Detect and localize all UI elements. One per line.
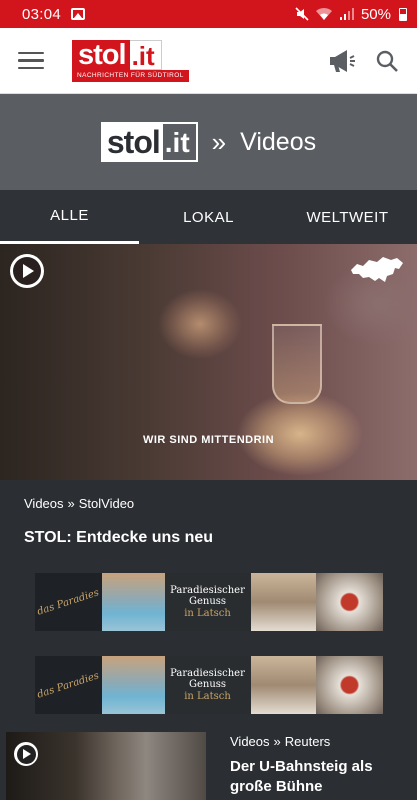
tab-weltweit[interactable]: WELTWEIT [278, 190, 417, 244]
ad-line1: Paradiesischer Genuss [170, 585, 245, 607]
content-area: Videos » StolVideo STOL: Entdecke uns ne… [0, 480, 417, 800]
ad-room-image [250, 656, 316, 714]
gallery-notification-icon [71, 8, 86, 20]
breadcrumb-videos[interactable]: Videos [24, 496, 64, 511]
ad-logo-segment: das Paradies [34, 573, 102, 631]
play-icon[interactable] [10, 254, 44, 288]
video-breadcrumb-videos[interactable]: Videos [230, 734, 270, 749]
video-breadcrumb-source[interactable]: Reuters [285, 734, 331, 749]
ad-text-segment: Paradiesischer Genuss in Latsch [164, 656, 251, 714]
section-banner: stol .it » Videos [0, 94, 417, 190]
logo-domain-text: .it [129, 39, 162, 71]
status-icons: 50% [295, 6, 407, 23]
logo-main-text: stol [72, 39, 130, 70]
breadcrumb-separator: » [67, 496, 75, 511]
mute-icon [295, 7, 309, 21]
hero-video[interactable]: WIR SIND MITTENDRIN [0, 244, 417, 480]
banner-logo-domain: .it [164, 127, 190, 158]
search-icon[interactable] [375, 49, 399, 73]
ad-pool-image [101, 573, 165, 631]
banner-separator: » [211, 126, 227, 157]
video-thumbnail[interactable] [6, 732, 206, 800]
breadcrumb-stolvideo[interactable]: StolVideo [79, 496, 134, 511]
battery-icon [399, 7, 407, 21]
ad-dish-image [315, 573, 383, 631]
app-bar: stol .it NACHRICHTEN FÜR SÜDTIROL [0, 28, 417, 94]
breadcrumb: Videos » StolVideo [0, 480, 417, 511]
ad-brand: das Paradies [35, 669, 101, 701]
wifi-icon [315, 7, 332, 20]
video-breadcrumb-separator: » [273, 734, 281, 749]
video-title[interactable]: Der U-Bahnsteig als große Bühne [230, 757, 400, 797]
banner-title: Videos [240, 127, 317, 156]
tab-lokal[interactable]: LOKAL [139, 190, 278, 244]
ad-line1: Paradiesischer Genuss [170, 668, 245, 690]
battery-percent: 50% [360, 5, 391, 23]
ad-room-image [250, 573, 316, 631]
banner-logo-main: stol [102, 124, 163, 160]
signal-icon [339, 8, 354, 20]
ad-dish-image [315, 656, 383, 714]
ad-line2: in Latsch [184, 608, 231, 619]
advertisement-banner[interactable]: das Paradies Paradiesischer Genuss in La… [34, 573, 383, 631]
video-meta: Videos » Reuters Der U-Bahnsteig als gro… [206, 732, 400, 800]
stol-logo[interactable]: stol .it NACHRICHTEN FÜR SÜDTIROL [72, 39, 189, 82]
video-breadcrumb: Videos » Reuters [230, 734, 400, 749]
hero-image-glass [272, 324, 322, 404]
advertisement-banner[interactable]: das Paradies Paradiesischer Genuss in La… [34, 656, 383, 714]
ad-logo-segment: das Paradies [34, 656, 102, 714]
ad-text-segment: Paradiesischer Genuss in Latsch [164, 573, 251, 631]
featured-headline[interactable]: STOL: Entdecke uns neu [0, 511, 417, 547]
status-bar: 03:04 50% [0, 0, 417, 28]
hero-caption: WIR SIND MITTENDRIN [142, 434, 275, 446]
megaphone-icon[interactable] [327, 46, 357, 76]
tab-alle[interactable]: ALLE [0, 190, 139, 244]
south-tyrol-map-icon [351, 257, 403, 282]
logo-tagline: NACHRICHTEN FÜR SÜDTIROL [72, 69, 189, 82]
banner-logo: stol .it [100, 122, 198, 162]
menu-icon[interactable] [18, 51, 44, 70]
ad-pool-image [101, 656, 165, 714]
ad-line2: in Latsch [184, 691, 231, 702]
category-tabs: ALLE LOKAL WELTWEIT [0, 190, 417, 244]
video-list-item[interactable]: Videos » Reuters Der U-Bahnsteig als gro… [0, 732, 417, 800]
play-icon[interactable] [14, 742, 38, 766]
status-time: 03:04 [22, 5, 62, 23]
ad-brand: das Paradies [35, 586, 101, 618]
